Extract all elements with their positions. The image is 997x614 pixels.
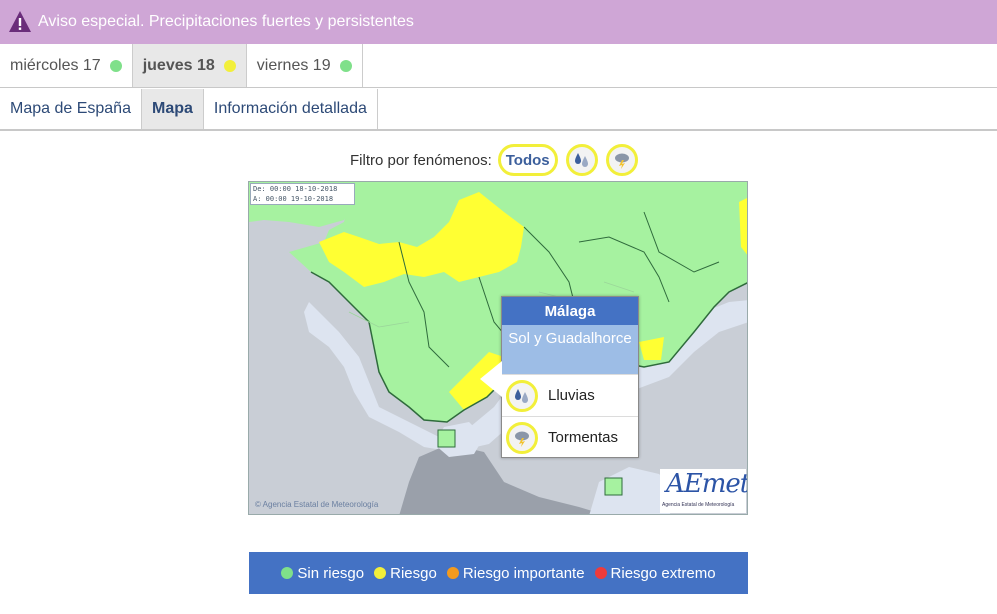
phenomenon-label: Tormentas (548, 429, 619, 446)
popup-province: Málaga (502, 297, 638, 325)
legend-dot (281, 567, 294, 579)
popup-pointer (480, 361, 502, 397)
rain-icon (515, 388, 528, 403)
legend-dot (446, 567, 459, 579)
legend-riesgo-extremo: Riesgo extremo (594, 564, 716, 582)
filter-all-button[interactable]: Todos (497, 144, 558, 176)
phenomena-filter: Filtro por fenómenos: Todos (350, 144, 646, 176)
storm-badge (506, 421, 538, 454)
date-from: De: 00:00 18-10-2018 (253, 185, 338, 193)
legend-riesgo-importante: Riesgo importante (446, 564, 585, 582)
view-tabs: Mapa de España Mapa Información detallad… (0, 89, 997, 131)
status-dot (109, 59, 122, 72)
filter-storm-button[interactable] (605, 144, 638, 176)
date-range: De: 00:00 18-10-2018 A: 00:00 19-10-2018 (250, 183, 355, 205)
rain-icon (574, 153, 588, 167)
tab-mapa-espana[interactable]: Mapa de España (0, 89, 142, 129)
map-base (249, 182, 747, 514)
legend-riesgo: Riesgo (374, 565, 437, 582)
date-to: A: 00:00 19-10-2018 (253, 195, 334, 203)
day-tabs: miércoles 17 jueves 18 viernes 19 (0, 44, 997, 88)
warning-icon (9, 11, 31, 32)
legend-label: Riesgo importante (462, 564, 585, 582)
popup-phenomenon-storm[interactable]: Tormentas (502, 416, 638, 458)
legend-sin-riesgo: Sin riesgo (281, 565, 364, 582)
day-label: miércoles 17 (10, 56, 101, 74)
day-tab-friday[interactable]: viernes 19 (247, 44, 363, 87)
legend-label: Sin riesgo (297, 564, 365, 582)
tab-mapa[interactable]: Mapa (141, 89, 204, 129)
status-dot (223, 59, 236, 72)
rain-badge (506, 379, 538, 412)
filter-rain-button[interactable] (565, 144, 598, 176)
zone-popup: Málaga Sol y Guadalhorce Lluvias Torment… (480, 296, 639, 458)
risk-legend: Sin riesgo Riesgo Riesgo importante Ries… (249, 552, 748, 594)
legend-dot (374, 567, 387, 579)
thunderstorm-icon (515, 431, 529, 447)
filter-label: Filtro por fenómenos: (350, 151, 492, 169)
logo-subtitle: Agencia Estatal de Meteorología (662, 502, 735, 508)
logo-text: AEmet (666, 469, 748, 499)
warning-banner: Aviso especial. Precipitaciones fuertes … (0, 0, 997, 44)
legend-dot (594, 567, 607, 579)
day-tab-wednesday[interactable]: miércoles 17 (0, 44, 133, 87)
tab-informacion-detallada[interactable]: Información detallada (204, 89, 378, 129)
thunderstorm-icon (614, 153, 629, 169)
warning-text: Aviso especial. Precipitaciones fuertes … (38, 13, 414, 30)
day-label: viernes 19 (256, 56, 331, 74)
phenomenon-label: Lluvias (548, 387, 595, 404)
warning-map[interactable]: De: 00:00 18-10-2018 A: 00:00 19-10-2018… (248, 181, 748, 515)
status-dot (339, 59, 352, 72)
legend-label: Riesgo extremo (610, 564, 716, 582)
day-tab-thursday[interactable]: jueves 18 (132, 44, 247, 87)
map-copyright: © Agencia Estatal de Meteorología (255, 500, 379, 509)
aemet-logo: AEmet Agencia Estatal de Meteorología (660, 469, 748, 513)
day-label: jueves 18 (142, 56, 215, 74)
popup-phenomenon-rain[interactable]: Lluvias (502, 374, 638, 416)
legend-label: Riesgo (390, 564, 437, 582)
popup-zone: Sol y Guadalhorce (502, 325, 638, 374)
